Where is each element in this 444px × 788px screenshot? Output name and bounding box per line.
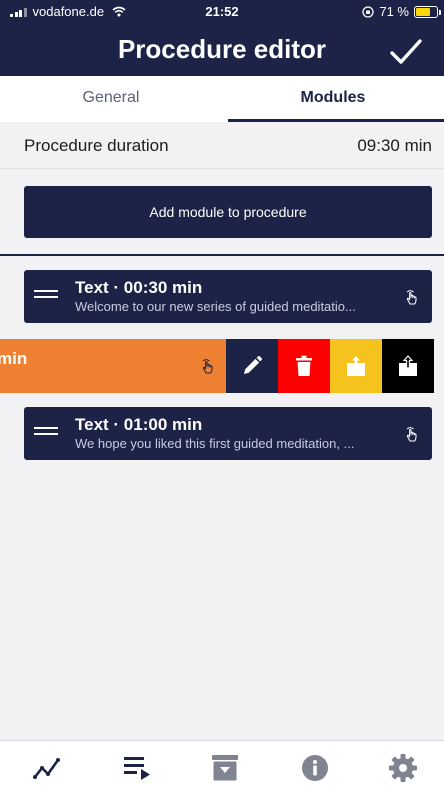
module-card-swiped[interactable]: min: [0, 339, 226, 393]
tab-modules[interactable]: Modules: [222, 76, 444, 122]
duration-value: 09:30 min: [357, 136, 432, 155]
export-icon: [399, 355, 417, 376]
battery-icon: [414, 5, 441, 18]
duration-label: Procedure duration: [24, 136, 169, 155]
pencil-icon: [244, 355, 263, 374]
share-icon: [347, 356, 365, 376]
module-card[interactable]: Text · 00:30 min Welcome to our new seri…: [24, 270, 432, 323]
battery-info: 71 %: [362, 4, 441, 19]
add-module-button[interactable]: Add module to procedure: [24, 186, 432, 238]
reorder-handle-icon[interactable]: [34, 290, 58, 304]
page-title: Procedure editor: [117, 34, 327, 64]
module-title: Text · 00:30 min: [75, 278, 203, 297]
module-description: We hope you liked this first guided medi…: [75, 436, 355, 451]
module-card[interactable]: Text · 01:00 min We hope you liked this …: [24, 407, 432, 460]
section-divider: [0, 254, 444, 256]
archive-download-icon[interactable]: [210, 753, 240, 783]
module-description: Welcome to our new series of guided medi…: [75, 299, 356, 314]
trash-icon: [296, 355, 312, 376]
orientation-lock-icon: [362, 5, 375, 18]
reorder-handle-icon[interactable]: [34, 427, 58, 441]
export-module-button[interactable]: [382, 339, 434, 393]
share-module-button[interactable]: [330, 339, 382, 393]
swipe-hand-icon: [406, 290, 417, 305]
module-title: Text · 01:00 min: [75, 415, 203, 434]
settings-gear-icon[interactable]: [388, 753, 418, 783]
edit-module-button[interactable]: [226, 339, 278, 393]
status-bar: vodafone.de 21:52 71 %: [0, 0, 444, 22]
tab-bar: General Modules: [0, 76, 444, 122]
app-header: vodafone.de 21:52 71 % Procedure editor: [0, 0, 444, 76]
checkmark-icon[interactable]: [388, 34, 424, 70]
chart-line-icon[interactable]: [32, 753, 62, 783]
info-icon[interactable]: [300, 753, 330, 783]
procedure-duration-row: Procedure duration 09:30 min: [0, 122, 444, 169]
battery-percent: 71 %: [379, 4, 409, 19]
swipe-hand-icon: [202, 359, 213, 374]
tab-general[interactable]: General: [0, 76, 222, 122]
swiped-module-row: min: [0, 339, 434, 393]
swipe-hand-icon: [406, 427, 417, 442]
playlist-icon[interactable]: [122, 753, 152, 783]
delete-module-button[interactable]: [278, 339, 330, 393]
bottom-navigation: [0, 740, 444, 788]
module-title-partial: min: [0, 349, 28, 368]
